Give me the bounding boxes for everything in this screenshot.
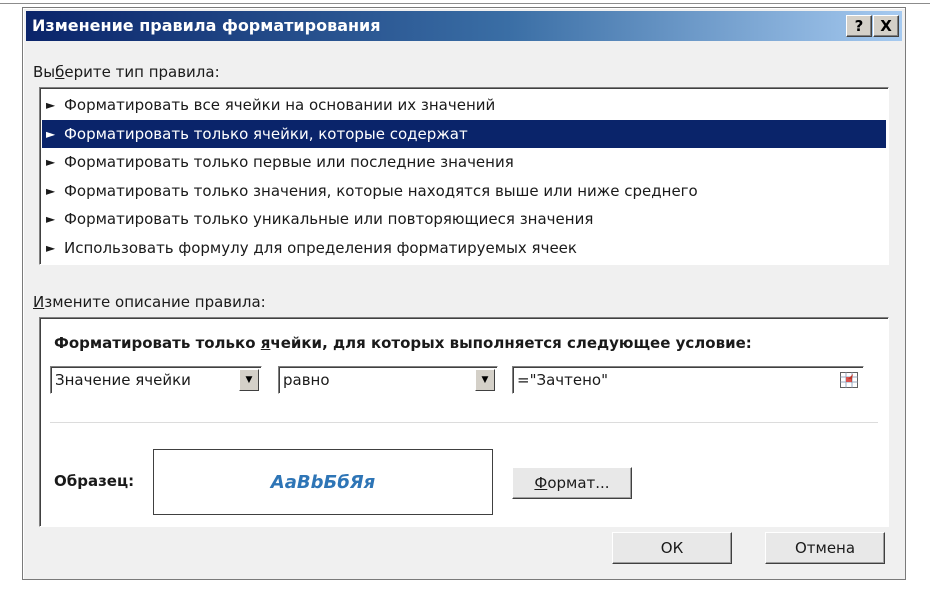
rule-type-item[interactable]: ► Форматировать все ячейки на основании и… [42, 91, 886, 120]
rule-type-item[interactable]: ► Форматировать только первые или последн… [42, 148, 886, 177]
cancel-button[interactable]: Отмена [765, 532, 885, 564]
help-button[interactable]: ? [846, 15, 872, 37]
panel-divider [50, 422, 878, 423]
condition-title: Форматировать только ячейки, для которых… [54, 334, 752, 352]
help-icon: ? [854, 17, 864, 35]
arrow-bullet-icon: ► [46, 98, 56, 112]
sample-label: Образец: [54, 472, 135, 490]
rule-type-item-label: Форматировать все ячейки на основании их… [64, 96, 496, 114]
arrow-bullet-icon: ► [46, 126, 56, 141]
rule-type-item-label: Использовать формулу для определения фор… [64, 238, 577, 257]
arrow-bullet-icon: ► [46, 212, 56, 226]
rule-type-item[interactable]: ► Форматировать только значения, которые … [42, 177, 886, 206]
rule-type-item-label: Форматировать только ячейки, которые сод… [64, 124, 468, 143]
dialog-title: Изменение правила форматирования [32, 16, 381, 35]
sample-preview: АаBbБбЯя [153, 449, 493, 515]
top-border-line [0, 3, 930, 4]
rule-description-panel: Форматировать только ячейки, для которых… [39, 317, 889, 527]
sample-text: АаBbБбЯя [270, 471, 376, 493]
rule-type-item[interactable]: ► Форматировать только уникальные или пов… [42, 205, 886, 234]
rule-type-item[interactable]: ► Форматировать только ячейки, которые со… [42, 119, 886, 148]
format-rule-dialog: Изменение правила форматирования ? X Выб… [22, 7, 906, 580]
arrow-bullet-icon: ► [46, 183, 56, 198]
rule-type-list[interactable]: ► Форматировать все ячейки на основании и… [39, 87, 889, 265]
ok-button[interactable]: ОК [612, 532, 732, 564]
rule-type-item-label: Форматировать только значения, которые н… [64, 181, 698, 200]
rule-type-item[interactable]: ► Использовать формулу для определения фо… [42, 234, 886, 263]
rule-type-label: Выберите тип правила: [33, 63, 220, 81]
rule-type-item-label: Форматировать только уникальные или повт… [64, 210, 594, 228]
chevron-down-icon[interactable]: ▼ [239, 369, 259, 391]
rule-type-item-label: Форматировать только первые или последни… [64, 153, 514, 171]
title-bar[interactable]: Изменение правила форматирования ? X [26, 11, 902, 41]
close-button[interactable]: X [873, 15, 899, 37]
chevron-down-icon[interactable]: ▼ [475, 369, 495, 391]
range-select-icon[interactable] [839, 370, 859, 390]
format-button[interactable]: Формат... [512, 467, 632, 499]
arrow-bullet-icon: ► [46, 240, 56, 255]
field-select[interactable]: Значение ячейки ▼ [50, 366, 262, 394]
close-icon: X [880, 17, 892, 35]
arrow-bullet-icon: ► [46, 155, 56, 169]
operator-select[interactable]: равно ▼ [278, 366, 498, 394]
rule-description-label: Измените описание правила: [33, 293, 266, 311]
value-input[interactable]: ="Зачтено" [512, 366, 864, 394]
